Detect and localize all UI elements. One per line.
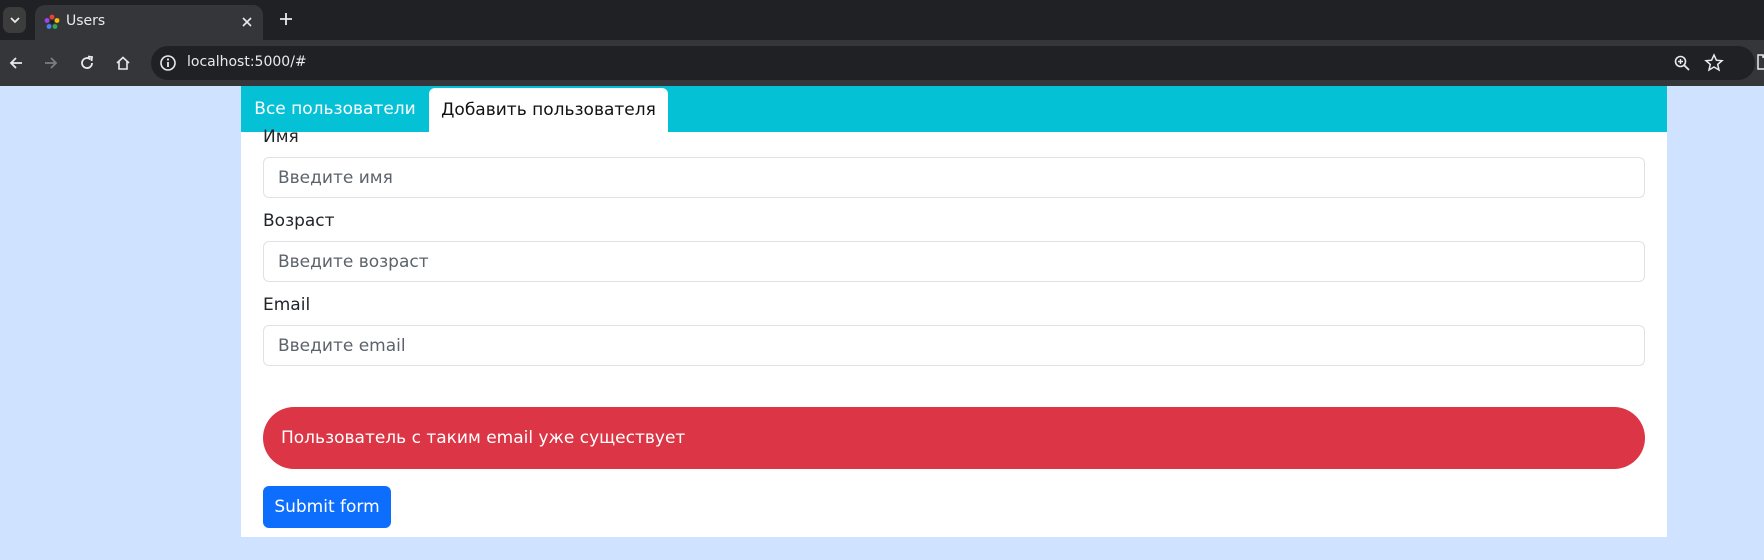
favicon-icon bbox=[44, 14, 60, 29]
error-message: Пользователь с таким email уже существуе… bbox=[281, 428, 686, 448]
tab-list-button[interactable] bbox=[3, 7, 26, 33]
forward-icon bbox=[45, 57, 58, 69]
email-input[interactable] bbox=[263, 325, 1645, 366]
nav-tabs: Все пользователи Добавить пользователя bbox=[241, 86, 1667, 132]
url-text[interactable]: localhost:5000/# bbox=[187, 54, 307, 70]
home-button[interactable] bbox=[112, 52, 134, 74]
content-card: Все пользователи Добавить пользователя И… bbox=[241, 86, 1667, 537]
name-input[interactable] bbox=[263, 157, 1645, 198]
browser-toolbar: localhost:5000/# bbox=[0, 40, 1764, 86]
tab-close-button[interactable] bbox=[239, 14, 255, 30]
browser-tab[interactable]: Users bbox=[35, 5, 263, 40]
back-button[interactable] bbox=[5, 52, 27, 74]
submit-button[interactable]: Submit form bbox=[263, 486, 391, 528]
forward-button[interactable] bbox=[40, 52, 62, 74]
reload-button[interactable] bbox=[76, 52, 98, 74]
zoom-icon[interactable] bbox=[1673, 54, 1691, 72]
address-bar[interactable]: localhost:5000/# bbox=[151, 46, 1755, 80]
reload-icon bbox=[81, 55, 94, 69]
home-icon bbox=[116, 56, 130, 70]
tab-title: Users bbox=[66, 13, 106, 29]
tab-all-users-label: Все пользователи bbox=[254, 99, 416, 119]
tab-add-user-label: Добавить пользователя bbox=[441, 100, 656, 120]
browser-tab-strip: Users bbox=[0, 0, 1764, 40]
tab-add-user[interactable]: Добавить пользователя bbox=[429, 88, 668, 132]
info-icon[interactable] bbox=[159, 54, 177, 72]
plus-icon bbox=[280, 13, 292, 25]
tab-all-users[interactable]: Все пользователи bbox=[241, 86, 429, 132]
star-icon[interactable] bbox=[1704, 53, 1724, 73]
error-alert: Пользователь с таким email уже существуе… bbox=[263, 407, 1645, 469]
age-input[interactable] bbox=[263, 241, 1645, 282]
extensions-icon[interactable] bbox=[1756, 52, 1764, 70]
close-icon bbox=[242, 17, 252, 27]
chevron-down-icon bbox=[9, 17, 20, 24]
name-label: Имя bbox=[263, 127, 299, 147]
back-icon bbox=[9, 57, 22, 69]
email-label: Email bbox=[263, 295, 311, 315]
new-tab-button[interactable] bbox=[276, 9, 296, 29]
age-label: Возраст bbox=[263, 211, 335, 231]
